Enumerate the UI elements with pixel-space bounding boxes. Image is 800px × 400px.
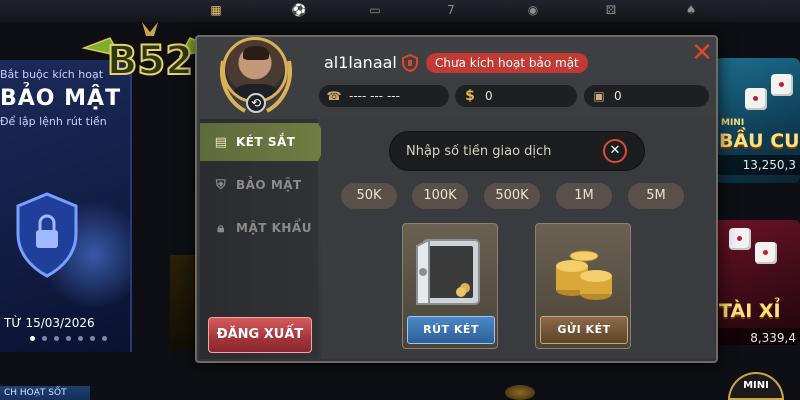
banner-dot[interactable] — [30, 336, 35, 341]
switch-avatar-icon[interactable]: ⟲ — [246, 93, 266, 113]
live-icon[interactable]: ▭ — [364, 2, 386, 18]
chat-safe-icon: ▤ — [214, 134, 228, 150]
sidebar-item-label: KÉT SẮT — [236, 135, 296, 149]
balance-value: 0 — [485, 89, 493, 103]
safe-balance-field: ▣ 0 — [584, 85, 709, 107]
phone-icon: ☎ — [326, 89, 342, 103]
username: al1lanaal — [324, 53, 397, 72]
security-shield-icon — [402, 54, 418, 72]
bottom-coin-deco — [505, 385, 535, 400]
dice-icon — [745, 88, 767, 110]
safe-panel: ✕ 50K 100K 500K 1M 5M RÚT KÉT — [321, 119, 715, 359]
sidebar-item-label: MẬT KHẨU — [236, 221, 312, 235]
lobby-bottom-label: CH HOẠT SỐT — [0, 386, 90, 400]
banner-dot[interactable] — [42, 336, 47, 341]
close-icon[interactable]: ✕ — [690, 40, 714, 66]
phone-value: ---- --- --- — [349, 89, 400, 103]
tile-mini-label: MINI — [721, 118, 745, 128]
background-game-strip — [170, 255, 198, 350]
mini-game-badge[interactable]: MINI — [728, 372, 784, 400]
safe-icon: ▣ — [593, 89, 605, 103]
withdraw-button[interactable]: RÚT KÉT — [407, 316, 495, 344]
banner-date: TỪ 15/03/2026 — [4, 316, 95, 330]
balance-field: $ 0 — [455, 85, 577, 107]
amount-chip-100k[interactable]: 100K — [412, 183, 468, 209]
banner-dot[interactable] — [54, 336, 59, 341]
amount-chip-500k[interactable]: 500K — [484, 183, 540, 209]
amount-chip-50k[interactable]: 50K — [341, 183, 397, 209]
safe-box-icon — [416, 238, 480, 305]
game-tile-bau-cua[interactable]: MINI BẦU CU 13,250,3 — [715, 58, 800, 183]
safe-balance-value: 0 — [614, 89, 622, 103]
cards-icon[interactable]: ♠ — [680, 2, 702, 18]
dollar-icon: $ — [465, 88, 475, 104]
tile-name: TÀI XỈ — [719, 300, 781, 322]
sidebar-item-mat-khau[interactable]: 🔒︎ MẬT KHẨU — [200, 209, 318, 247]
security-status-badge[interactable]: Chưa kích hoạt bảo mật — [426, 53, 588, 73]
banner-dot[interactable] — [66, 336, 71, 341]
deposit-card[interactable]: GỬI KÉT — [535, 223, 631, 349]
banner-title: BẢO MẬT — [0, 86, 122, 111]
avatar-frame: ⟲ — [213, 31, 299, 117]
amount-chip-1m[interactable]: 1M — [556, 183, 612, 209]
clear-input-icon[interactable]: ✕ — [603, 139, 627, 163]
banner-line-3: Để lập lệnh rút tiền — [0, 115, 107, 128]
dice-icon — [729, 228, 751, 250]
security-promo-banner[interactable]: Bắt buộc kích hoạt BẢO MẬT Để lập lệnh r… — [0, 60, 132, 352]
banner-pagination-dots — [30, 336, 107, 341]
lock-icon: 🔒︎ — [217, 220, 225, 236]
logout-button[interactable]: ĐĂNG XUẤT — [208, 317, 312, 353]
chip-icon[interactable]: ◉ — [522, 2, 544, 18]
banner-lock-shield-icon — [16, 192, 78, 278]
banner-dot[interactable] — [90, 336, 95, 341]
phone-field: ☎ ---- --- --- — [319, 85, 449, 107]
banner-dot[interactable] — [78, 336, 83, 341]
modal-sidebar: ▤ KÉT SẮT ⛨ BẢO MẬT 🔒︎ MẬT KHẨU ĐĂNG XUẤ… — [200, 119, 328, 359]
sidebar-item-label: BẢO MẬT — [236, 178, 302, 192]
sidebar-item-ket-sat[interactable]: ▤ KÉT SẮT — [200, 123, 328, 161]
dice-icon[interactable]: ⚄ — [600, 2, 622, 18]
tile-jackpot-amount: 8,339,4 — [715, 328, 800, 345]
tile-jackpot-amount: 13,250,3 — [715, 155, 800, 175]
deposit-button[interactable]: GỬI KÉT — [540, 316, 628, 344]
dice-icon — [755, 242, 777, 264]
game-tile-tai-xiu[interactable]: TÀI XỈ 8,339,4 — [715, 220, 800, 345]
tile-name: BẦU CU — [719, 130, 800, 152]
sports-ball-icon[interactable]: ⚽ — [288, 2, 310, 18]
grid-icon[interactable]: ▦ — [205, 2, 227, 18]
gold-coins-icon — [556, 250, 612, 300]
dice-icon — [771, 74, 793, 96]
banner-dot[interactable] — [102, 336, 107, 341]
shield-icon: ⛨ — [215, 177, 227, 193]
withdraw-card[interactable]: RÚT KÉT — [402, 223, 498, 349]
sidebar-item-bao-mat[interactable]: ⛨ BẢO MẬT — [200, 166, 318, 204]
account-modal: ✕ ⟲ al1lanaal Chưa kích hoạt bảo mật ☎ -… — [195, 35, 718, 363]
amount-chip-5m[interactable]: 5M — [628, 183, 684, 209]
slot-777-icon[interactable]: 7 — [440, 2, 462, 18]
logo-text: B52 — [107, 38, 193, 84]
